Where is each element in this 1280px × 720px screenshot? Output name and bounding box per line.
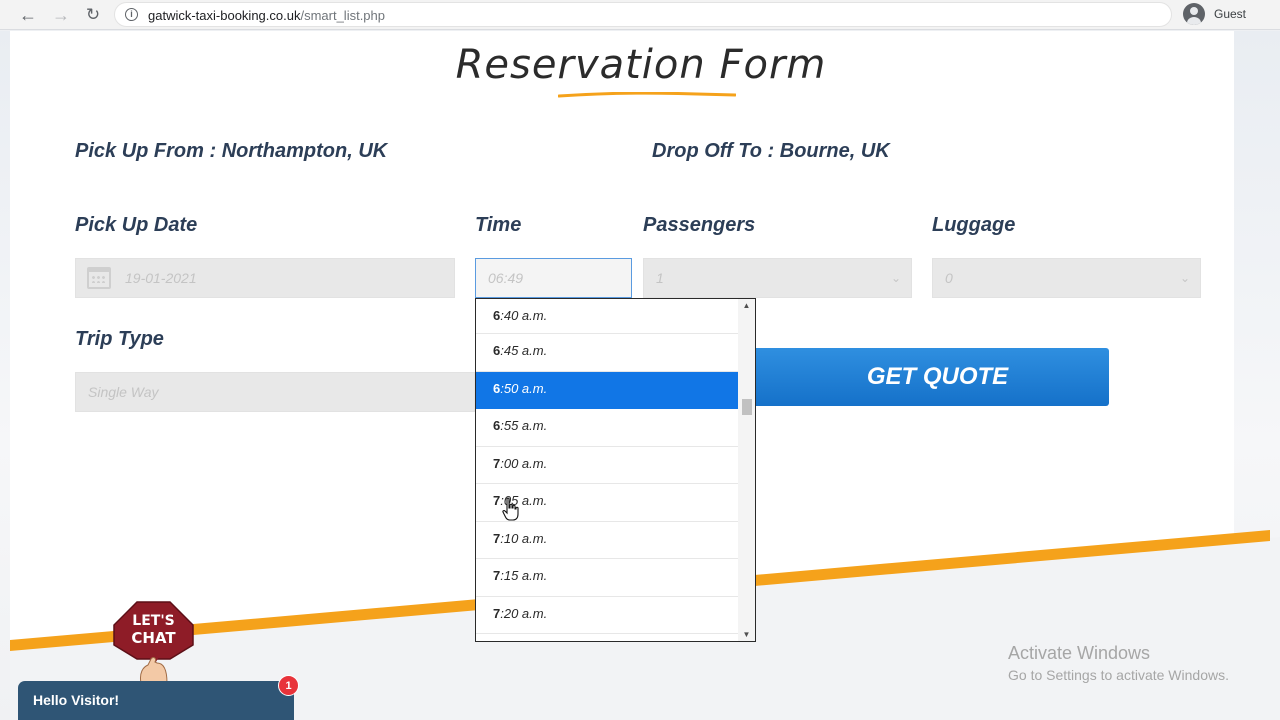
page-left-strip xyxy=(10,31,52,720)
time-input[interactable]: 06:49 xyxy=(475,258,632,298)
time-option[interactable]: 6:45 a.m. xyxy=(476,334,739,372)
time-option[interactable]: 7:10 a.m. xyxy=(476,522,739,559)
time-option-minutes: :10 a.m. xyxy=(500,530,548,546)
passengers-value: 1 xyxy=(656,270,664,286)
trip-type-select[interactable]: Single Way xyxy=(75,372,475,412)
dropoff-location: Drop Off To : Bourne, UK xyxy=(652,140,890,162)
time-option-list: 6:40 a.m. 6:45 a.m. 6:50 a.m. 6:55 a.m. 7:00… xyxy=(476,299,739,634)
back-arrow-icon[interactable]: ← xyxy=(16,3,40,27)
profile-name: Guest xyxy=(1214,7,1247,21)
time-option-minutes: :50 a.m. xyxy=(500,380,548,396)
time-option[interactable]: 6:55 a.m. xyxy=(476,409,739,447)
pickup-date-value: 19-01-2021 xyxy=(125,270,197,286)
luggage-value: 0 xyxy=(945,270,953,286)
url-domain: gatwick-taxi-booking.co.uk xyxy=(148,8,301,23)
time-option[interactable]: 7:00 a.m. xyxy=(476,447,739,484)
calendar-icon xyxy=(87,267,111,289)
watermark-title: Activate Windows xyxy=(1008,643,1151,663)
chat-badge-line2: CHAT xyxy=(131,629,176,647)
get-quote-button[interactable]: GET QUOTE xyxy=(728,348,1109,406)
profile-button[interactable]: Guest xyxy=(1180,2,1254,27)
address-bar[interactable]: i gatwick-taxi-booking.co.uk/smart_list.… xyxy=(114,2,1172,27)
time-option[interactable]: 7:15 a.m. xyxy=(476,559,739,597)
time-option-minutes: :20 a.m. xyxy=(500,605,548,621)
time-option-minutes: :15 a.m. xyxy=(500,568,548,583)
pickup-date-label: Pick Up Date xyxy=(75,214,198,236)
luggage-select[interactable]: 0 ⌄ xyxy=(932,258,1201,298)
scrollbar-thumb[interactable] xyxy=(742,399,752,415)
forward-arrow-icon[interactable]: → xyxy=(49,3,73,27)
time-option-minutes: :45 a.m. xyxy=(500,343,548,358)
chat-unread-badge: 1 xyxy=(278,675,299,696)
dropdown-scrollbar[interactable]: ▲ ▼ xyxy=(738,299,755,641)
trip-type-label: Trip Type xyxy=(75,328,164,350)
scroll-down-icon[interactable]: ▼ xyxy=(738,630,755,639)
passengers-label: Passengers xyxy=(643,214,756,236)
time-option[interactable]: 6:50 a.m. xyxy=(476,371,739,409)
watermark-subtitle: Go to Settings to activate Windows. xyxy=(1008,667,1229,683)
chat-bar[interactable]: Hello Visitor! xyxy=(18,681,294,720)
time-option-minutes: :00 a.m. xyxy=(500,455,548,471)
page-title: Reservation Form xyxy=(455,42,827,88)
luggage-label: Luggage xyxy=(932,214,1016,236)
lets-chat-badge[interactable]: LET'S CHAT xyxy=(113,601,194,683)
time-option-minutes: :55 a.m. xyxy=(500,418,548,433)
trip-type-value: Single Way xyxy=(88,384,159,400)
url-text: gatwick-taxi-booking.co.uk/smart_list.ph… xyxy=(148,8,385,23)
url-path: /smart_list.php xyxy=(300,8,386,23)
passengers-select[interactable]: 1 ⌄ xyxy=(643,258,912,298)
activate-windows-watermark: Activate Windows Go to Settings to activ… xyxy=(1008,643,1229,683)
scroll-up-icon[interactable]: ▲ xyxy=(738,301,755,310)
pickup-location: Pick Up From : Northampton, UK xyxy=(75,140,388,162)
site-info-icon[interactable]: i xyxy=(125,8,138,21)
time-option[interactable]: 7:20 a.m. xyxy=(476,597,739,634)
chevron-down-icon: ⌄ xyxy=(1179,271,1190,285)
time-option-minutes: :40 a.m. xyxy=(500,308,548,323)
hand-pointer-cursor-icon xyxy=(502,497,519,521)
profile-avatar-icon xyxy=(1183,3,1205,25)
browser-toolbar: ← → ↻ i gatwick-taxi-booking.co.uk/smart… xyxy=(0,0,1280,30)
time-value: 06:49 xyxy=(488,270,524,286)
chat-badge-line1: LET'S xyxy=(132,613,174,629)
time-label: Time xyxy=(475,214,522,236)
reload-icon[interactable]: ↻ xyxy=(81,3,105,27)
time-option[interactable]: 6:40 a.m. xyxy=(476,299,739,334)
pickup-date-input[interactable]: 19-01-2021 xyxy=(75,258,455,298)
title-underline xyxy=(558,92,736,98)
time-dropdown[interactable]: 6:40 a.m. 6:45 a.m. 6:50 a.m. 6:55 a.m. 7:00… xyxy=(475,298,756,642)
chevron-down-icon: ⌄ xyxy=(890,271,901,285)
